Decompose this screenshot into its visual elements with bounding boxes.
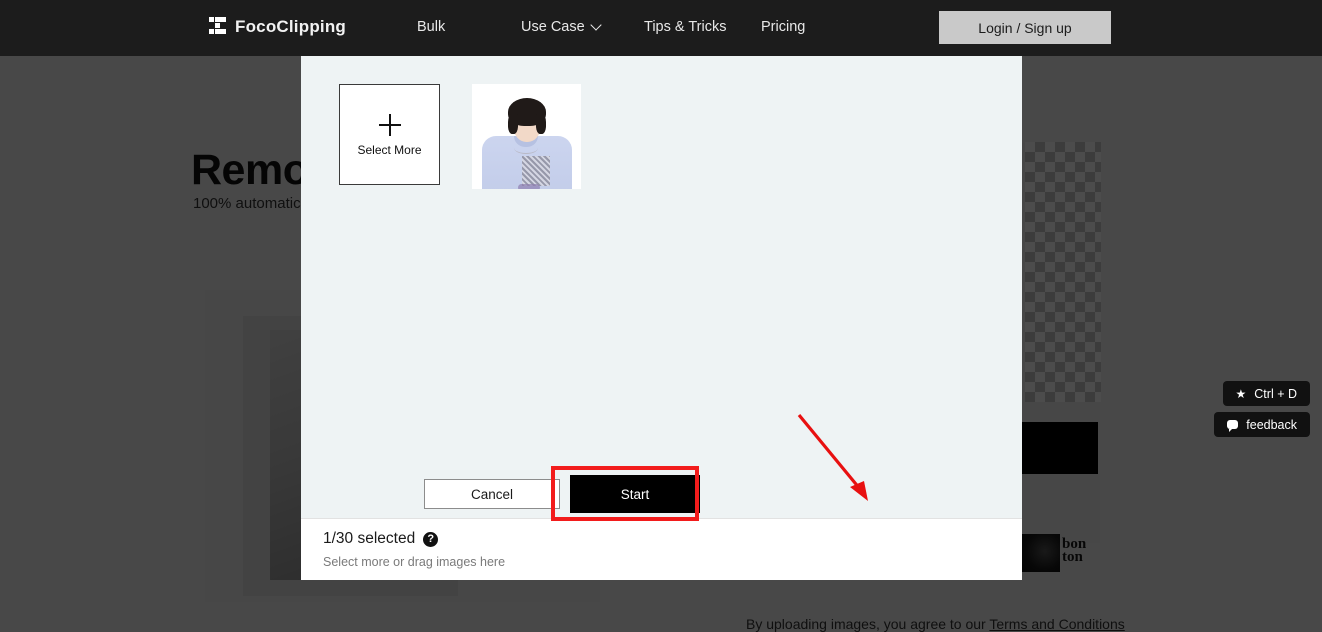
nav-item-bulk[interactable]: Bulk (417, 19, 445, 35)
thumbnail-artwork (472, 84, 581, 189)
star-icon: ★ (1236, 388, 1247, 400)
annotation-arrow-icon (796, 411, 876, 506)
nav-item-tips-tricks-label: Tips & Tricks (644, 19, 726, 35)
nav-item-bulk-label: Bulk (417, 19, 445, 35)
start-button-label: Start (621, 487, 650, 502)
bookmark-shortcut-label: Ctrl + D (1254, 387, 1297, 401)
cancel-button-label: Cancel (471, 487, 513, 502)
checker-pixel-logo-icon (209, 17, 226, 37)
nav-item-pricing-label: Pricing (761, 19, 805, 35)
nav-item-use-case-label: Use Case (521, 19, 585, 35)
selected-count-label: 1/30 selected (323, 530, 415, 548)
modal-body: Select More (301, 56, 1022, 518)
logo[interactable]: FocoClipping (209, 17, 346, 37)
drag-images-hint: Select more or drag images here (323, 555, 505, 569)
site-header: FocoClipping Bulk Use Case Tips & Tricks… (0, 0, 1322, 56)
feedback-label: feedback (1246, 418, 1297, 432)
nav-item-tips-tricks[interactable]: Tips & Tricks (644, 19, 726, 35)
select-more-label: Select More (357, 143, 421, 157)
chevron-down-icon (592, 21, 601, 30)
nav-item-use-case[interactable]: Use Case (521, 19, 601, 35)
select-more-tile[interactable]: Select More (339, 84, 440, 185)
cancel-button[interactable]: Cancel (424, 479, 560, 509)
plus-icon (378, 113, 402, 137)
selected-count-row: 1/30 selected ? (323, 530, 438, 548)
speech-bubble-icon (1227, 420, 1238, 429)
nav-item-pricing[interactable]: Pricing (761, 19, 805, 35)
bookmark-shortcut-widget[interactable]: ★ Ctrl + D (1223, 381, 1310, 406)
login-signup-label: Login / Sign up (978, 20, 1071, 36)
selected-image-thumbnail[interactable] (472, 84, 581, 189)
help-icon[interactable]: ? (423, 532, 438, 547)
modal-footer: 1/30 selected ? Select more or drag imag… (301, 518, 1022, 580)
login-signup-button[interactable]: Login / Sign up (939, 11, 1111, 44)
feedback-widget[interactable]: feedback (1214, 412, 1310, 437)
start-button[interactable]: Start (570, 475, 700, 513)
logo-text: FocoClipping (235, 17, 346, 37)
